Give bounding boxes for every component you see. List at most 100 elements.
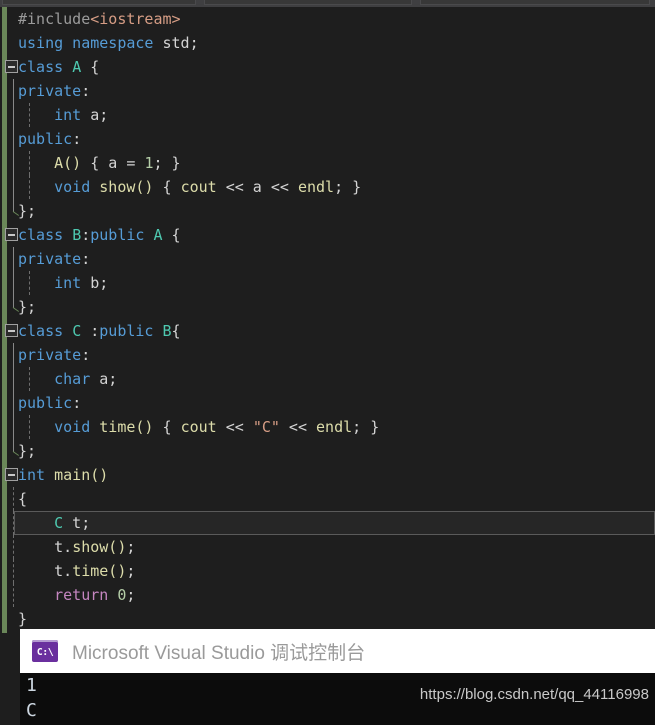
code-token: class	[18, 226, 73, 244]
code-line[interactable]: void time() { cout << "C" << endl; }	[0, 415, 655, 439]
code-line[interactable]: {	[0, 487, 655, 511]
code-token: char	[18, 370, 91, 388]
code-lines[interactable]: #include<iostream> using namespace std; cl…	[0, 7, 655, 629]
code-token: cout	[180, 418, 217, 436]
code-line[interactable]: using namespace std;	[0, 31, 655, 55]
block-guide-line	[13, 415, 14, 439]
block-guide-line	[13, 391, 14, 415]
code-line-text: {	[18, 490, 27, 508]
code-line-text: private:	[18, 250, 90, 268]
code-line[interactable]: class B:public A {	[0, 223, 655, 247]
code-token: endl	[316, 418, 353, 436]
code-token: {	[18, 490, 28, 508]
toolbar-dropdown-member[interactable]	[420, 0, 650, 5]
editor-toolbar-strip	[0, 0, 655, 7]
code-token: private	[18, 82, 82, 100]
code-line[interactable]: public:	[0, 391, 655, 415]
code-line[interactable]: return 0;	[0, 583, 655, 607]
code-token: #include	[18, 10, 91, 28]
code-line-text: private:	[18, 82, 90, 100]
code-line-text: char a;	[18, 370, 117, 388]
code-token: t.	[18, 562, 73, 580]
code-line[interactable]: };	[0, 439, 655, 463]
code-line[interactable]: t.show();	[0, 535, 655, 559]
toolbar-dropdown-scope[interactable]	[2, 0, 196, 5]
indent-guide-line	[13, 559, 14, 583]
code-token: C	[54, 514, 64, 532]
code-token: void	[54, 418, 100, 436]
block-end-hook	[13, 439, 14, 452]
visual-studio-window: #include<iostream> using namespace std; cl…	[0, 0, 655, 725]
code-token: };	[18, 298, 37, 316]
code-token: :	[81, 226, 91, 244]
code-editor[interactable]: #include<iostream> using namespace std; cl…	[0, 7, 655, 629]
code-line[interactable]: int main()	[0, 463, 655, 487]
code-line[interactable]: A() { a = 1; }	[0, 151, 655, 175]
debug-console-window[interactable]: C:\ Microsoft Visual Studio 调试控制台 1 C ht…	[20, 629, 655, 725]
code-token: "C"	[252, 418, 280, 436]
code-line-text: A() { a = 1; }	[18, 154, 180, 172]
code-line-text: t.time();	[18, 562, 135, 580]
code-token: };	[18, 442, 37, 460]
code-token: a;	[90, 370, 118, 388]
code-line-text: };	[18, 202, 36, 220]
code-line[interactable]: int b;	[0, 271, 655, 295]
code-line-text: class A {	[18, 58, 99, 76]
code-token: :	[81, 322, 100, 340]
block-guide-line	[13, 343, 14, 367]
change-indicator-stub	[2, 629, 7, 633]
code-line[interactable]: C t;	[0, 511, 655, 535]
code-line-text: class B:public A {	[18, 226, 181, 244]
cmd-console-icon: C:\	[32, 640, 58, 662]
code-token: using namespace	[18, 34, 163, 52]
collapse-minus-icon[interactable]	[5, 324, 18, 337]
block-guide-line	[13, 151, 14, 175]
indent-guide-line	[13, 487, 14, 511]
code-line[interactable]: private:	[0, 247, 655, 271]
code-token: a;	[81, 106, 109, 124]
code-token: B	[162, 322, 172, 340]
block-end-hook	[13, 295, 14, 308]
code-line[interactable]: class A {	[0, 55, 655, 79]
code-token: :	[72, 394, 82, 412]
code-token: public	[18, 394, 73, 412]
code-line[interactable]: class C :public B{	[0, 319, 655, 343]
code-token: public	[90, 226, 154, 244]
code-token: show()	[99, 178, 154, 196]
code-line[interactable]: }	[0, 607, 655, 629]
code-token: }	[18, 610, 28, 628]
code-token: main()	[54, 466, 109, 484]
code-line[interactable]: char a;	[0, 367, 655, 391]
code-line-text: class C :public B{	[18, 322, 181, 340]
block-guide-line	[13, 103, 14, 127]
code-line-text: int a;	[18, 106, 108, 124]
block-guide-line	[13, 247, 14, 271]
block-guide-line	[13, 127, 14, 151]
code-line[interactable]: private:	[0, 343, 655, 367]
code-token: ;	[126, 562, 136, 580]
collapse-minus-icon[interactable]	[5, 468, 18, 481]
code-line[interactable]: #include<iostream>	[0, 7, 655, 31]
code-line[interactable]: int a;	[0, 103, 655, 127]
code-token: b;	[81, 274, 109, 292]
code-token: ; }	[334, 178, 362, 196]
code-line[interactable]: t.time();	[0, 559, 655, 583]
code-token: A()	[54, 154, 82, 172]
toolbar-dropdown-type[interactable]	[204, 0, 412, 5]
code-line-text: #include<iostream>	[18, 10, 181, 28]
code-line-text: }	[18, 610, 27, 628]
block-end-hook	[13, 199, 14, 212]
code-line[interactable]: void show() { cout << a << endl; }	[0, 175, 655, 199]
collapse-minus-icon[interactable]	[5, 60, 18, 73]
code-line[interactable]: public:	[0, 127, 655, 151]
code-line[interactable]: };	[0, 295, 655, 319]
code-line[interactable]: };	[0, 199, 655, 223]
code-token: :	[81, 250, 91, 268]
indent-guide-line	[13, 535, 14, 559]
code-line[interactable]: private:	[0, 79, 655, 103]
code-token: return	[54, 586, 118, 604]
collapse-minus-icon[interactable]	[5, 228, 18, 241]
